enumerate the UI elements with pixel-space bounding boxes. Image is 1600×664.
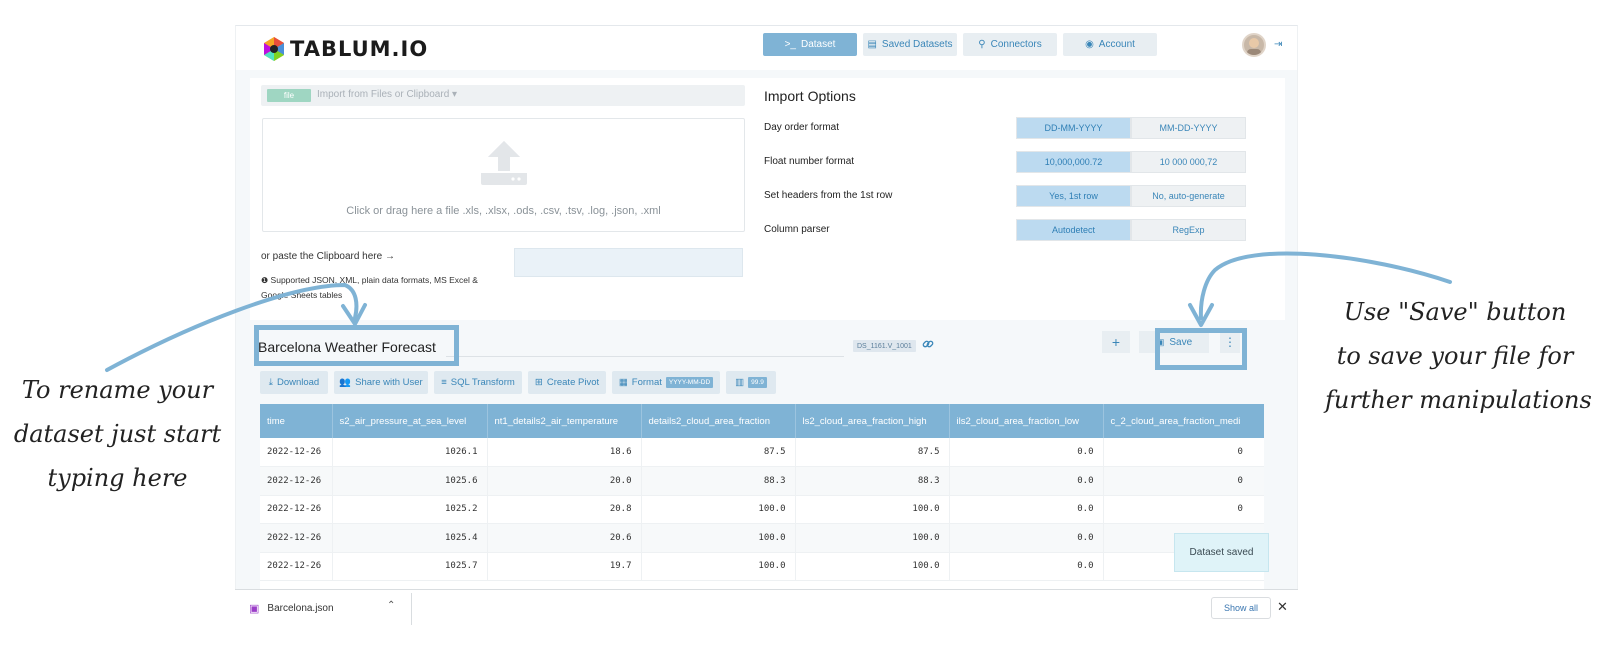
save-annotation: Use "Save" button to save your file for …	[1325, 290, 1592, 422]
annotation-line: to save your file for	[1336, 342, 1574, 370]
annotation-line: dataset just start	[13, 420, 222, 448]
annotation-line: typing here	[47, 464, 188, 492]
page: TABLUM.IO >_ Dataset ▤ Saved Datasets ⚲ …	[0, 0, 1600, 664]
annotation-line: To rename your	[21, 376, 214, 404]
left-arrow	[105, 282, 359, 372]
annotation-line: further manipulations	[1325, 386, 1592, 414]
annotation-line: Use "Save" button	[1343, 298, 1567, 326]
rename-annotation: To rename your dataset just start typing…	[10, 368, 225, 500]
